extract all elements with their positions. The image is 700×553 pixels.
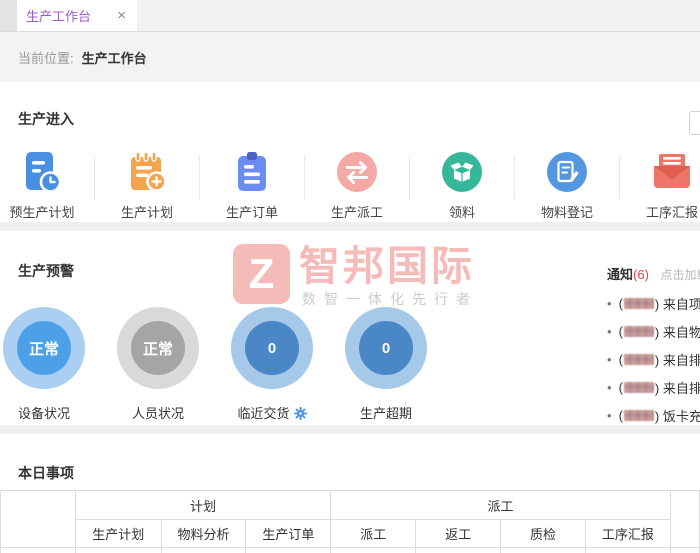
entry-item-material-register[interactable]: 物料登记 <box>515 149 619 221</box>
entry-divider <box>619 155 620 199</box>
table-col-header: 生产计划 <box>74 519 162 548</box>
production-order-icon <box>200 149 304 195</box>
masked-sender <box>623 353 654 365</box>
production-plan-icon <box>95 149 199 195</box>
notice-count: (6) <box>633 267 649 282</box>
tab-bar-left-strip <box>0 0 17 31</box>
entry-item-label: 生产计划 <box>120 205 173 220</box>
table-col-header: 工序汇报 <box>584 519 671 548</box>
table-cut-column <box>669 490 700 548</box>
entry-divider <box>514 155 515 199</box>
section-title-warning: 生产预警 <box>18 263 74 279</box>
table-col-header: 质检 <box>500 519 586 548</box>
table-body-cell <box>245 547 332 553</box>
entry-item-material-pick[interactable]: 领料 <box>410 149 514 221</box>
entry-item-production-dispatch[interactable]: 生产派工 <box>305 149 409 221</box>
material-register-icon <box>515 149 619 195</box>
notice-item[interactable]: •() 来自项 <box>607 289 700 317</box>
entry-divider <box>199 155 200 199</box>
table-group-plan: 计划 <box>74 490 332 520</box>
today-table: 计划 派工 生产计划 物料分析 生产订单 派工 返工 质检 工序汇报 <box>0 490 700 553</box>
material-pick-icon <box>410 149 514 195</box>
table-col-header: 物料分析 <box>160 519 247 548</box>
table-body-cell <box>500 547 586 553</box>
entry-item-label: 生产订单 <box>225 205 278 220</box>
masked-sender <box>623 297 654 309</box>
entry-item-label: 领料 <box>448 205 475 220</box>
table-body-cell <box>160 547 247 553</box>
table-col-header: 派工 <box>330 519 417 548</box>
entry-divider <box>304 155 305 199</box>
table-body-cell <box>330 547 417 553</box>
notice-header: 通知(6) 点击加载 <box>607 264 700 283</box>
entry-item-pre-production-plan[interactable]: 预生产计划 <box>0 149 94 221</box>
masked-sender <box>623 409 654 421</box>
gauge-value: 正常 <box>17 321 71 375</box>
entry-item-production-order[interactable]: 生产订单 <box>200 149 304 221</box>
breadcrumb-value: 生产工作台 <box>81 50 147 66</box>
notice-item[interactable]: •() 来自物 <box>607 317 700 345</box>
gauge-production-overdue[interactable]: 0 <box>345 307 427 389</box>
notice-load-more-link[interactable]: 点击加载 <box>661 268 700 282</box>
entry-item-label: 工序汇报 <box>645 205 698 220</box>
notice-item[interactable]: •() 来自排 <box>607 373 700 401</box>
entry-item-label: 生产派工 <box>330 205 383 220</box>
bullet-icon: • <box>607 323 612 339</box>
production-dispatch-icon <box>305 149 409 195</box>
table-body-cell <box>669 547 700 553</box>
bullet-icon: • <box>607 407 612 423</box>
section-divider <box>0 425 700 434</box>
gauge-near-delivery[interactable]: 0 <box>231 307 313 389</box>
notice-title: 通知 <box>607 267 634 282</box>
tab-bar: 生产工作台 × <box>0 0 700 32</box>
gauge-personnel-status[interactable]: 正常 <box>117 307 199 389</box>
production-workbench-page: 生产工作台 × 当前位置: 生产工作台 生产进入 预生产计划 生产计划 生产订单… <box>0 0 700 553</box>
watermark-logo: Z <box>233 244 290 304</box>
tab-close-icon[interactable]: × <box>115 8 128 23</box>
table-body-cell <box>74 547 162 553</box>
section-title-today: 本日事项 <box>18 465 74 481</box>
gauge-label-overdue: 生产超期 <box>359 406 412 421</box>
tab-title: 生产工作台 <box>26 9 92 24</box>
notice-list: •() 来自项 •() 来自物 •() 来自排 •() 来自排 •() 饭卡充 <box>607 289 700 429</box>
table-col-header: 生产订单 <box>245 519 332 548</box>
bullet-icon: • <box>607 351 612 367</box>
watermark-brand: 智邦国际 <box>299 243 475 289</box>
notice-item[interactable]: •() 来自排 <box>607 345 700 373</box>
table-group-dispatch: 派工 <box>330 490 671 520</box>
gauge-label-equipment: 设备状况 <box>17 406 70 421</box>
pre-production-plan-icon <box>0 149 94 195</box>
gear-icon[interactable] <box>293 406 307 421</box>
process-report-icon <box>620 149 700 195</box>
entry-divider <box>409 155 410 199</box>
section-divider <box>0 222 700 231</box>
entry-item-label: 物料登记 <box>540 205 593 220</box>
breadcrumb: 当前位置: 生产工作台 <box>0 32 700 82</box>
section-title-entry: 生产进入 <box>18 111 74 127</box>
tab-production-workbench[interactable]: 生产工作台 × <box>17 0 137 31</box>
breadcrumb-label: 当前位置: <box>18 50 74 66</box>
gauge-label-personnel: 人员状况 <box>131 406 184 421</box>
table-body-cell <box>0 547 76 553</box>
entry-item-label: 预生产计划 <box>9 205 75 220</box>
gauge-equipment-status[interactable]: 正常 <box>3 307 85 389</box>
bullet-icon: • <box>607 295 612 311</box>
entry-item-process-report[interactable]: 工序汇报 <box>620 149 700 221</box>
gauge-value: 正常 <box>131 321 185 375</box>
gauge-label-near-delivery: 临近交货 <box>212 403 332 422</box>
entry-divider <box>94 155 95 199</box>
bullet-icon: • <box>607 379 612 395</box>
table-body-cell <box>584 547 671 553</box>
gauge-value: 0 <box>245 321 299 375</box>
watermark-slogan: 数智一体化先行者 <box>302 291 478 307</box>
entry-item-production-plan[interactable]: 生产计划 <box>95 149 199 221</box>
gauge-value: 0 <box>359 321 413 375</box>
masked-sender <box>623 325 654 337</box>
customize-button-partial[interactable] <box>689 111 700 135</box>
table-corner-cell <box>0 490 76 548</box>
masked-sender <box>623 381 654 393</box>
table-body-cell <box>415 547 502 553</box>
table-col-header: 返工 <box>415 519 502 548</box>
